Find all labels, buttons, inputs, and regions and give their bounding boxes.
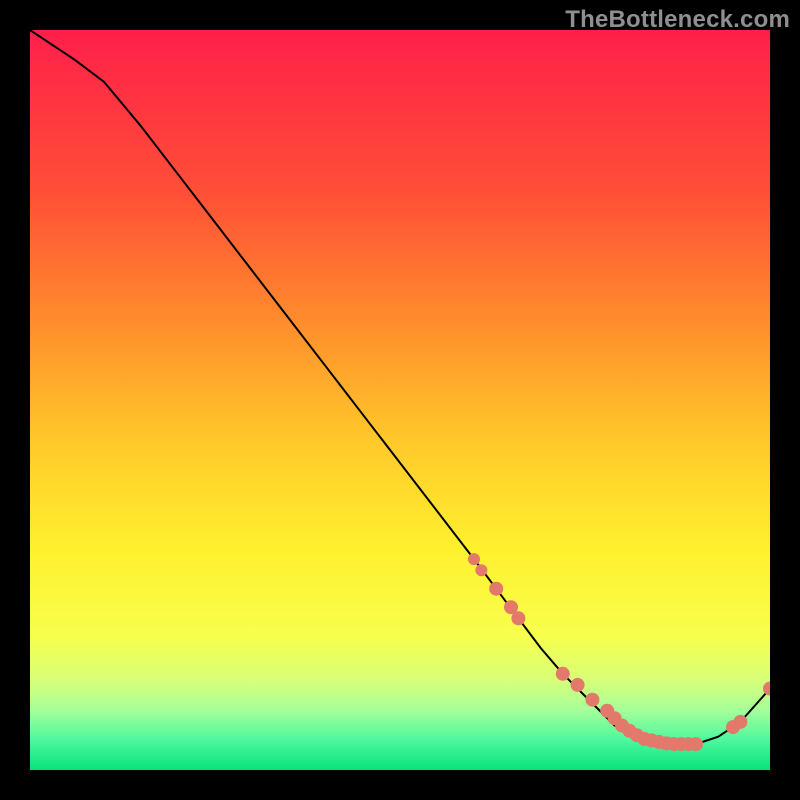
marker-point [556, 667, 570, 681]
marker-point [571, 678, 585, 692]
chart-background [30, 30, 770, 770]
marker-point [468, 553, 480, 565]
marker-point [475, 564, 487, 576]
marker-point [489, 582, 503, 596]
marker-point [733, 715, 747, 729]
marker-point [689, 737, 703, 751]
marker-point [585, 693, 599, 707]
chart-plot [30, 30, 770, 770]
marker-point [511, 611, 525, 625]
chart-frame: TheBottleneck.com [0, 0, 800, 800]
watermark-label: TheBottleneck.com [565, 6, 790, 34]
chart-svg [30, 30, 770, 770]
